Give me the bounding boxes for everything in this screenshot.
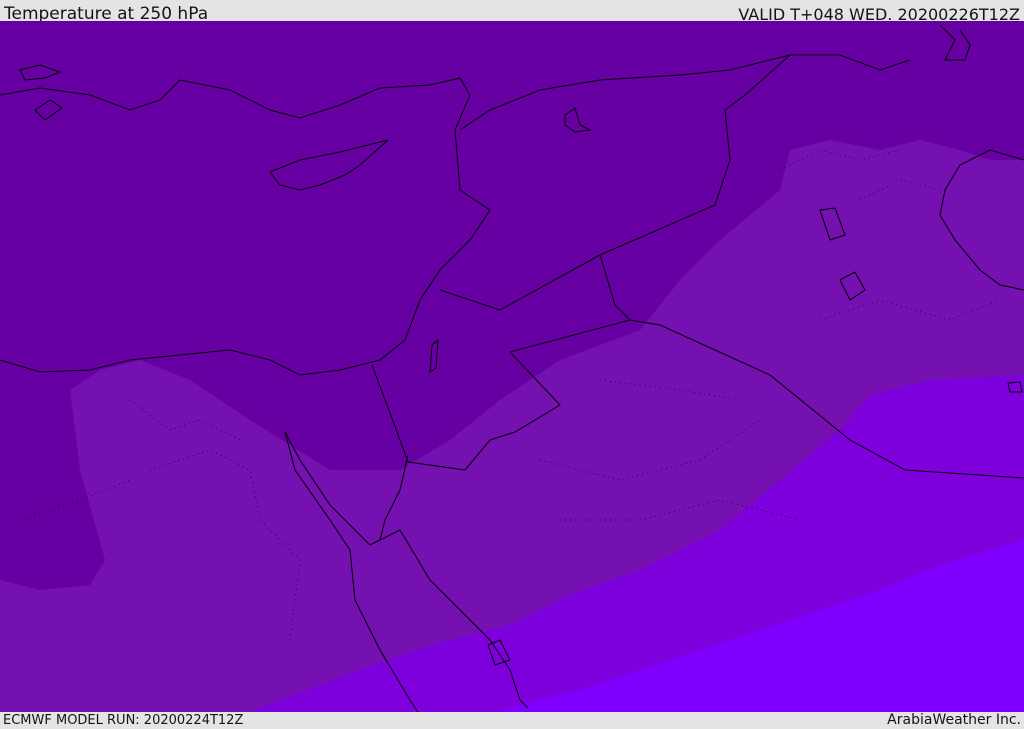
footer-bar: ECMWF MODEL RUN: 20200224T12Z ArabiaWeat… — [0, 712, 1024, 729]
model-run-label: ECMWF MODEL RUN: 20200224T12Z — [3, 713, 244, 728]
map-area[interactable] — [0, 21, 1024, 712]
header-bar: Temperature at 250 hPa VALID T+048 WED. … — [0, 0, 1024, 24]
credit-label: ArabiaWeather Inc. — [887, 712, 1021, 728]
temperature-map[interactable] — [0, 21, 1024, 712]
